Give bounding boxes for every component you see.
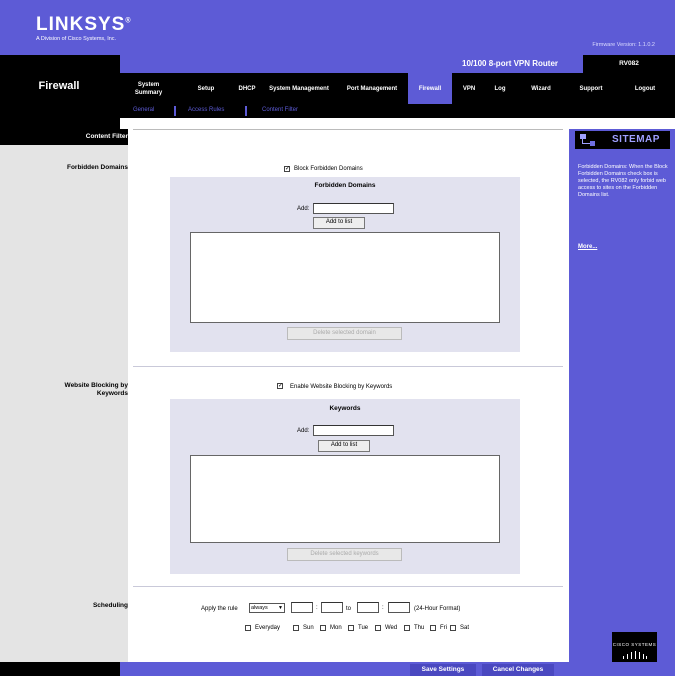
subtab-separator <box>245 106 247 116</box>
tab-system-management[interactable]: System Management <box>268 73 330 104</box>
cisco-bridge-icon <box>623 651 647 659</box>
delete-keywords-button[interactable]: Delete selected keywords <box>287 548 402 561</box>
tab-support[interactable]: Support <box>571 73 611 104</box>
chevron-down-icon: ▼ <box>278 605 283 611</box>
tab-system-summary[interactable]: System Summary <box>126 73 171 104</box>
divider <box>133 366 563 367</box>
forbidden-domains-list[interactable] <box>190 232 500 323</box>
product-row-left <box>0 55 120 73</box>
tab-log[interactable]: Log <box>486 73 514 104</box>
time-colon: : <box>316 605 318 611</box>
day-checkbox-everyday[interactable] <box>245 625 251 631</box>
add-domain-button[interactable]: Add to list <box>313 217 365 229</box>
time-format-label: (24-Hour Format) <box>414 606 461 612</box>
day-checkbox-fri[interactable] <box>430 625 436 631</box>
rule-select[interactable]: always ▼ <box>249 603 285 613</box>
block-forbidden-domains-label: Block Forbidden Domains <box>294 166 363 172</box>
help-text: Forbidden Domains: When the Block Forbid… <box>578 164 668 198</box>
add-domain-input[interactable] <box>313 203 394 214</box>
day-checkbox-sun[interactable] <box>293 625 299 631</box>
linksys-logo: LINKSYS® <box>36 14 132 35</box>
sitemap-panel <box>569 129 675 662</box>
tab-firewall[interactable]: Firewall <box>408 73 452 104</box>
tab-setup[interactable]: Setup <box>186 73 226 104</box>
label-website-blocking: Website Blocking by Keywords <box>64 382 128 397</box>
save-settings-button[interactable]: Save Settings <box>410 664 476 676</box>
subtab-general[interactable]: General <box>133 107 154 113</box>
page-title: Firewall <box>38 80 80 92</box>
day-checkbox-thu[interactable] <box>404 625 410 631</box>
tab-port-management[interactable]: Port Management <box>342 73 402 104</box>
sitemap-icon <box>580 134 595 146</box>
start-hour-input[interactable] <box>291 602 313 613</box>
subtab-separator <box>174 106 176 116</box>
label-forbidden-domains: Forbidden Domains <box>66 164 128 171</box>
to-label: to <box>346 606 352 612</box>
add-keyword-input[interactable] <box>313 425 394 436</box>
cisco-logo-text: CISCO SYSTEMS <box>612 642 657 647</box>
tab-vpn[interactable]: VPN <box>455 73 483 104</box>
sitemap-title[interactable]: SITEMAP <box>612 134 660 145</box>
day-label: Thu <box>414 625 425 631</box>
model-number: RV082 <box>619 60 639 67</box>
divider <box>133 129 563 130</box>
end-minute-input[interactable] <box>388 602 410 613</box>
block-forbidden-domains-checkbox[interactable]: ✓ <box>284 166 290 172</box>
add-keyword-label: Add: <box>297 428 310 434</box>
time-colon: : <box>382 605 384 611</box>
forbidden-domains-panel-title: Forbidden Domains <box>314 182 376 189</box>
cancel-changes-button[interactable]: Cancel Changes <box>482 664 554 676</box>
add-domain-label: Add: <box>297 206 310 212</box>
end-hour-input[interactable] <box>357 602 379 613</box>
day-checkbox-sat[interactable] <box>450 625 456 631</box>
footer-bar <box>120 662 675 676</box>
day-checkbox-wed[interactable] <box>375 625 381 631</box>
subtab-content-filter[interactable]: Content Filter <box>262 107 298 113</box>
product-name: 10/100 8-port VPN Router <box>462 59 559 68</box>
firmware-version: Firmware Version: 1.1.0.2 <box>592 42 655 48</box>
day-label: Everyday <box>255 625 281 631</box>
day-label: Sun <box>303 625 314 631</box>
tab-wizard[interactable]: Wizard <box>521 73 561 104</box>
start-minute-input[interactable] <box>321 602 343 613</box>
add-keyword-button[interactable]: Add to list <box>318 440 370 452</box>
logo-tagline: A Division of Cisco Systems, Inc. <box>36 36 117 42</box>
keywords-panel-title: Keywords <box>329 405 361 412</box>
day-checkbox-mon[interactable] <box>320 625 326 631</box>
enable-keyword-blocking-checkbox[interactable]: ✓ <box>277 383 283 389</box>
apply-rule-label: Apply the rule <box>201 606 238 612</box>
keywords-list[interactable] <box>190 455 500 543</box>
day-label: Fri <box>440 625 447 631</box>
label-content-filter: Content Filter <box>85 133 128 140</box>
day-label: Mon <box>330 625 342 631</box>
subtab-access-rules[interactable]: Access Rules <box>188 107 224 113</box>
tab-logout[interactable]: Logout <box>622 73 668 104</box>
label-scheduling: Scheduling <box>92 602 128 609</box>
day-label: Tue <box>358 625 369 631</box>
enable-keyword-blocking-label: Enable Website Blocking by Keywords <box>290 384 393 390</box>
more-link[interactable]: More... <box>578 244 597 250</box>
tab-dhcp[interactable]: DHCP <box>230 73 264 104</box>
day-label: Sat <box>460 625 470 631</box>
delete-domain-button[interactable]: Delete selected domain <box>287 327 402 340</box>
divider <box>133 586 563 587</box>
footer-left <box>0 662 120 676</box>
day-checkbox-tue[interactable] <box>348 625 354 631</box>
day-label: Wed <box>385 625 398 631</box>
